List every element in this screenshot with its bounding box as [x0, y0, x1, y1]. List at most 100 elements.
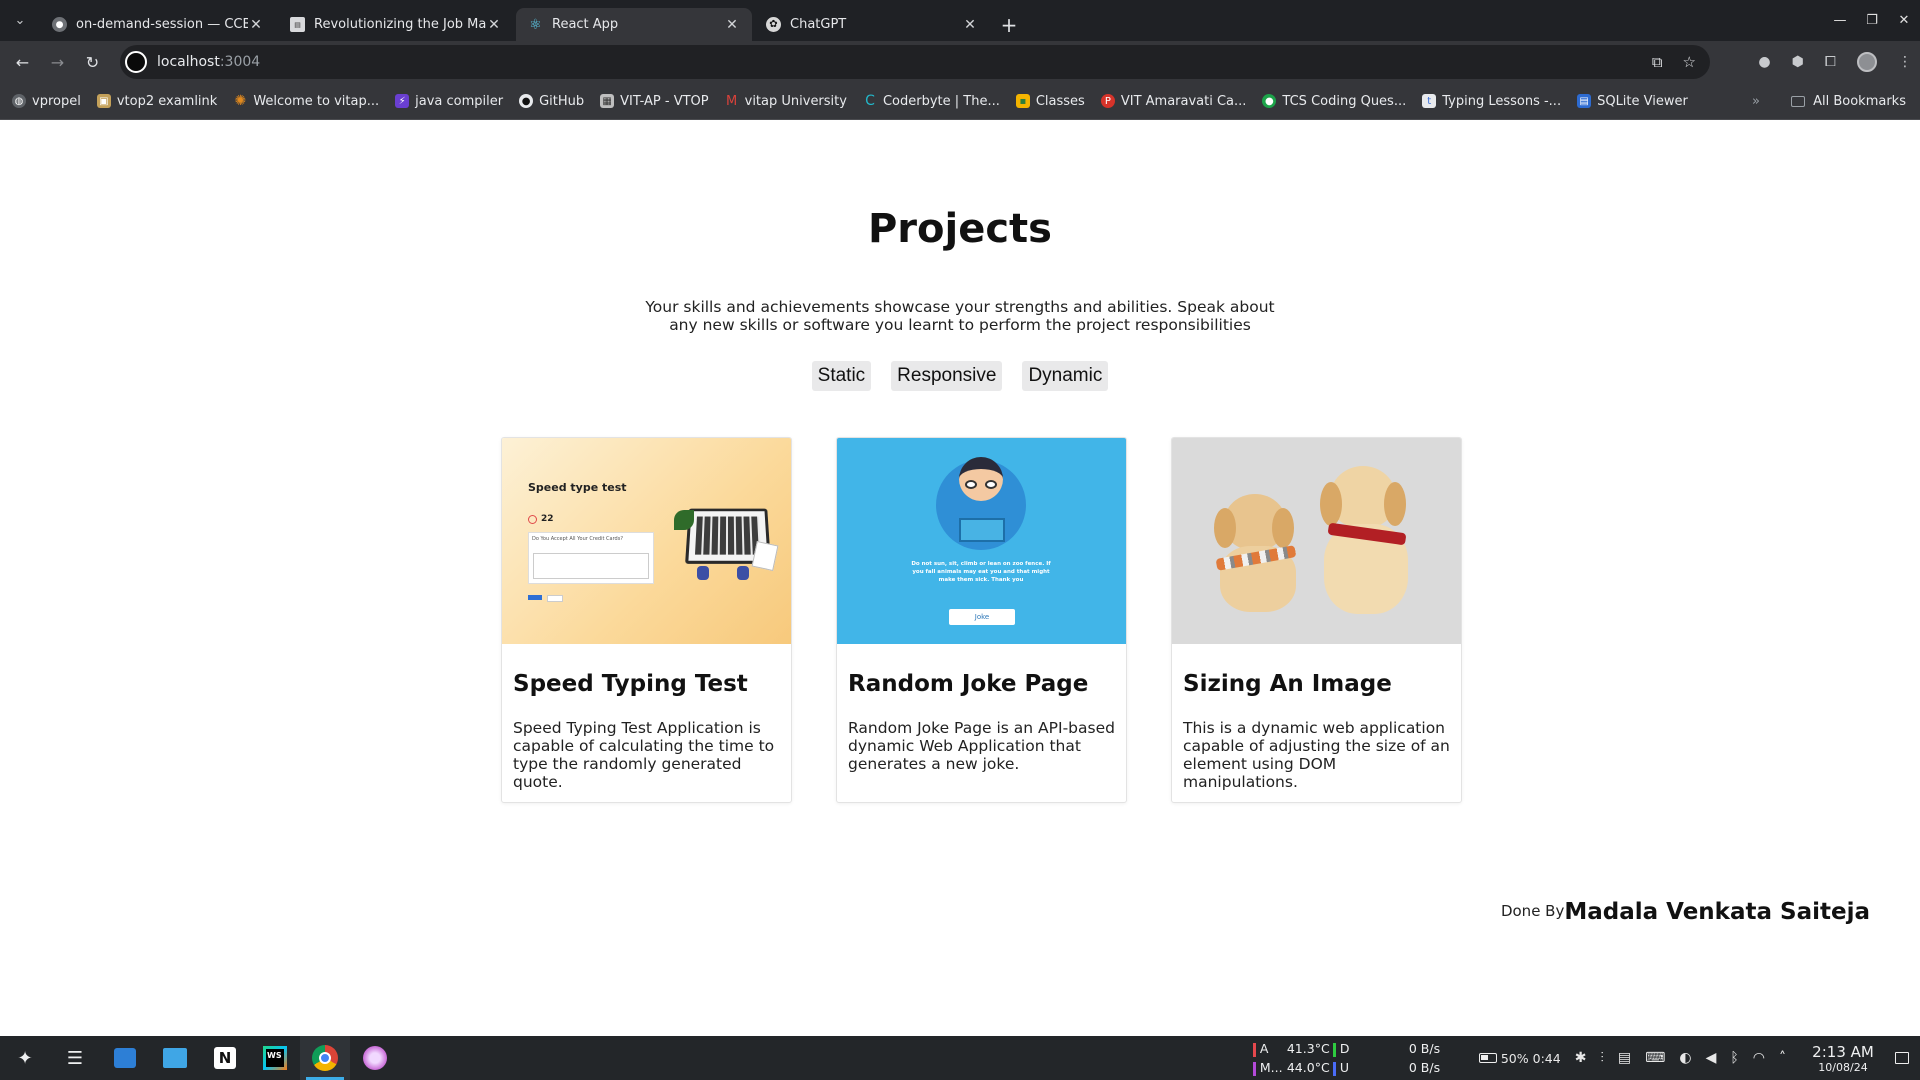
thumb-reset-button: [547, 595, 563, 602]
show-desktop-icon[interactable]: [1884, 1036, 1920, 1080]
bookmark-item[interactable]: ▦ VIT-AP - VTOP: [600, 93, 709, 109]
keyboard-icon[interactable]: ⌨: [1645, 1050, 1665, 1066]
paper-illustration: [751, 540, 779, 572]
notion-icon[interactable]: N: [200, 1036, 250, 1080]
book-illustration: [959, 518, 1005, 542]
notifications-bell-icon[interactable]: ✱: [1575, 1050, 1587, 1066]
minimize-icon[interactable]: —: [1824, 0, 1856, 41]
card-description: Random Joke Page is an API-based dynamic…: [848, 719, 1115, 773]
browser-tab-2[interactable]: ⚛ React App ✕: [516, 8, 752, 41]
bookmarks-overflow-chevron-icon[interactable]: »: [1752, 83, 1760, 119]
battery-text: 50% 0:44: [1500, 1050, 1561, 1066]
system-monitor-widget[interactable]: A 41.3°C M... 44.0°C D U 0 B/s 0 B/s: [1249, 1036, 1469, 1080]
bookmark-item[interactable]: ● TCS Coding Ques...: [1262, 94, 1406, 109]
app-launcher-icon[interactable]: ✦: [0, 1036, 50, 1080]
image-icon: ▣: [96, 94, 111, 108]
document-icon: ▤: [290, 17, 305, 32]
bookmark-star-icon[interactable]: ☆: [1683, 53, 1696, 71]
filter-dynamic-button[interactable]: Dynamic: [1022, 361, 1109, 391]
thumb-heading: Speed type test: [528, 481, 627, 494]
sqlite-icon: ▤: [1577, 94, 1592, 108]
site-info-icon[interactable]: [125, 51, 147, 73]
system-settings-icon[interactable]: ☰: [50, 1036, 100, 1080]
monitor-a-label: A: [1259, 1041, 1269, 1056]
wifi-icon[interactable]: ◠: [1753, 1050, 1765, 1066]
page-subtitle: Your skills and achievements showcase yo…: [645, 298, 1275, 334]
new-tab-plus-icon[interactable]: +: [992, 8, 1026, 41]
all-bookmarks-button[interactable]: All Bookmarks: [1791, 83, 1906, 119]
tab-close-icon[interactable]: ✕: [962, 17, 978, 33]
store-icon[interactable]: [100, 1036, 150, 1080]
volume-icon[interactable]: ◀: [1706, 1050, 1717, 1066]
card-description: Speed Typing Test Application is capable…: [513, 719, 775, 791]
bookmark-item[interactable]: Mvitap University: [725, 94, 847, 109]
bookmark-label: Coderbyte | The...: [882, 93, 1000, 109]
done-by-label: Done By: [1500, 902, 1565, 920]
extension-puzzle-icon[interactable]: ⬢: [1792, 54, 1804, 70]
project-card-sizing-image[interactable]: Sizing An Image This is a dynamic web ap…: [1171, 437, 1462, 803]
screen-recorder-icon[interactable]: [350, 1036, 400, 1080]
all-bookmarks-label: All Bookmarks: [1813, 93, 1906, 109]
file-manager-icon[interactable]: [150, 1036, 200, 1080]
bookmark-item[interactable]: C Coderbyte | The...: [863, 93, 1000, 109]
thermometer-icon[interactable]: ⫶: [1600, 1050, 1604, 1066]
restore-icon[interactable]: ❐: [1856, 0, 1888, 41]
tab-search-chevron-icon[interactable]: ⌄: [0, 0, 40, 41]
filter-static-button[interactable]: Static: [811, 361, 872, 391]
bookmark-item[interactable]: ⚡ java compiler: [395, 94, 503, 109]
tab-close-icon[interactable]: ✕: [248, 17, 264, 33]
install-app-icon[interactable]: ⧉: [1652, 53, 1663, 71]
bookmark-item[interactable]: ▣ vtop2 examlink: [96, 94, 217, 109]
tcs-icon: ●: [1262, 94, 1277, 108]
monitor-m-temp: 44.0°C: [1286, 1060, 1330, 1075]
bookmark-item[interactable]: ▤ SQLite Viewer: [1577, 94, 1688, 109]
browser-tab-1[interactable]: ▤ Revolutionizing the Job Mar ✕: [278, 8, 514, 41]
bookmark-label: java compiler: [415, 93, 504, 109]
project-card-random-joke[interactable]: Do not sun, sit, climb or lean on zoo fe…: [836, 437, 1127, 803]
extension-pin-icon[interactable]: ●: [1758, 54, 1770, 70]
back-arrow-icon[interactable]: ←: [5, 45, 40, 80]
puppy-left-illustration: [1212, 494, 1304, 614]
profile-avatar-icon[interactable]: [1857, 52, 1877, 72]
bookmark-item[interactable]: ✺ Welcome to vitap...: [233, 93, 379, 109]
bookmark-item[interactable]: ● GitHub: [519, 94, 584, 109]
project-card-speed-typing[interactable]: Speed type test 22 Do You Accept All You…: [501, 437, 792, 803]
tab-label: on-demand-session — CCB: [76, 17, 248, 32]
page-icon: ▦: [600, 94, 615, 108]
timer-icon: [528, 514, 537, 524]
clock-widget[interactable]: 2:13 AM 10/08/24: [1802, 1043, 1884, 1074]
page-title: Projects: [867, 206, 1052, 252]
night-color-icon[interactable]: ◐: [1679, 1050, 1691, 1066]
flower-icon: ✺: [234, 93, 247, 109]
bookmark-item[interactable]: t Typing Lessons -...: [1422, 94, 1561, 109]
random-joke-thumbnail: Do not sun, sit, climb or lean on zoo fe…: [837, 438, 1126, 644]
bluetooth-icon[interactable]: ᛒ: [1730, 1050, 1738, 1066]
address-bar[interactable]: localhost:3004 ⧉ ☆: [120, 45, 1710, 79]
tray-expand-chevron-icon[interactable]: ˄: [1779, 1050, 1786, 1066]
bookmark-item[interactable]: P VIT Amaravati Ca...: [1100, 94, 1246, 109]
browser-tab-0[interactable]: ● on-demand-session — CCB ✕: [40, 8, 276, 41]
tab-close-icon[interactable]: ✕: [724, 17, 740, 33]
thumb-submit-button: [528, 595, 542, 600]
net-bar-d: [1332, 1043, 1336, 1057]
bookmark-item[interactable]: ▪ Classes: [1015, 94, 1085, 109]
browser-tab-3[interactable]: ✿ ChatGPT ✕: [754, 8, 990, 41]
close-icon[interactable]: ✕: [1888, 0, 1920, 41]
globe-icon: ◍: [12, 94, 26, 108]
forward-arrow-icon[interactable]: →: [40, 45, 75, 80]
battery-widget[interactable]: 50% 0:44: [1478, 1050, 1561, 1066]
keyboard-graphic: [694, 516, 762, 555]
url-text[interactable]: localhost:3004: [157, 54, 260, 70]
reload-icon[interactable]: ↻: [75, 45, 110, 80]
tab-close-icon[interactable]: ✕: [486, 17, 502, 33]
clock-time: 2:13 AM: [1812, 1042, 1874, 1061]
webstorm-icon[interactable]: WS: [250, 1036, 300, 1080]
filter-responsive-button[interactable]: Responsive: [891, 361, 1003, 391]
bookmark-label: VIT-AP - VTOP: [620, 93, 709, 109]
extensions-icon[interactable]: ⧠: [1825, 54, 1836, 70]
footer-credit: Done By Madala Venkata Saiteja: [1501, 899, 1870, 925]
clipboard-icon[interactable]: ▤: [1618, 1050, 1631, 1066]
chrome-icon[interactable]: [300, 1036, 350, 1080]
bookmark-item[interactable]: ◍ vpropel: [12, 94, 81, 109]
browser-menu-icon[interactable]: ⋮: [1898, 54, 1912, 70]
